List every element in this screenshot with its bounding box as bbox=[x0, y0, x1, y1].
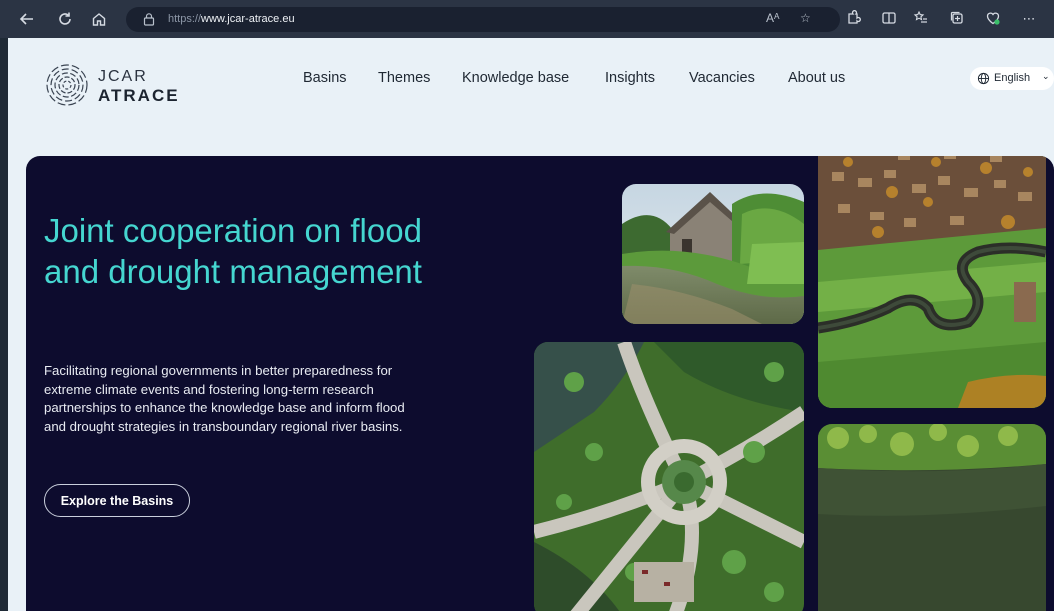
hero-title: Joint cooperation on flood and drought m… bbox=[44, 212, 422, 290]
roundabout-aerial-photo bbox=[534, 342, 804, 611]
logo-text-atrace: ATRACE bbox=[98, 86, 180, 105]
site-logo[interactable]: JCAR ATRACE bbox=[44, 62, 194, 108]
nav-knowledge-base[interactable]: Knowledge base bbox=[462, 70, 569, 86]
toolbar-icons: ⋯ bbox=[840, 0, 1054, 38]
nav-vacancies[interactable]: Vacancies bbox=[689, 70, 755, 86]
chevron-down-icon: ⌄ bbox=[1042, 71, 1050, 81]
lock-icon bbox=[143, 13, 155, 26]
hero-section: Joint cooperation on flood and drought m… bbox=[26, 156, 1054, 611]
url-text: https://www.jcar-atrace.eu bbox=[168, 13, 295, 25]
extensions-icon[interactable] bbox=[844, 10, 862, 28]
browser-toolbar: https://www.jcar-atrace.eu Aᴬ ☆ ⋯ bbox=[0, 0, 1054, 38]
more-icon[interactable]: ⋯ bbox=[1020, 10, 1038, 28]
logo-text-jcar: JCAR bbox=[98, 68, 148, 85]
village-river-aerial-photo bbox=[818, 156, 1046, 408]
nav-themes[interactable]: Themes bbox=[378, 70, 430, 86]
split-screen-icon[interactable] bbox=[880, 10, 898, 28]
browser-essentials-icon[interactable] bbox=[984, 10, 1002, 28]
back-arrow-icon[interactable] bbox=[14, 6, 40, 32]
favorites-icon[interactable] bbox=[912, 10, 930, 28]
mill-stream-photo bbox=[622, 184, 804, 324]
reload-icon[interactable] bbox=[52, 6, 78, 32]
star-icon[interactable]: ☆ bbox=[800, 11, 811, 25]
lake-aerial-photo bbox=[818, 424, 1046, 611]
home-icon[interactable] bbox=[86, 6, 112, 32]
nav-about-us[interactable]: About us bbox=[788, 70, 845, 86]
fingerprint-logo-icon bbox=[46, 64, 88, 106]
address-bar[interactable]: https://www.jcar-atrace.eu Aᴬ ☆ bbox=[126, 7, 840, 32]
hero-description: Facilitating regional governments in bet… bbox=[44, 363, 405, 434]
explore-basins-button[interactable]: Explore the Basins bbox=[44, 484, 190, 517]
globe-icon bbox=[977, 72, 990, 85]
web-page: JCAR ATRACE Basins Themes Knowledge base… bbox=[8, 38, 1054, 611]
nav-basins[interactable]: Basins bbox=[303, 70, 347, 86]
nav-insights[interactable]: Insights bbox=[605, 70, 655, 86]
read-aloud-icon[interactable]: Aᴬ bbox=[766, 11, 779, 25]
language-selector[interactable]: English ⌄ bbox=[970, 67, 1054, 90]
collections-icon[interactable] bbox=[948, 10, 966, 28]
language-label: English bbox=[994, 72, 1031, 84]
